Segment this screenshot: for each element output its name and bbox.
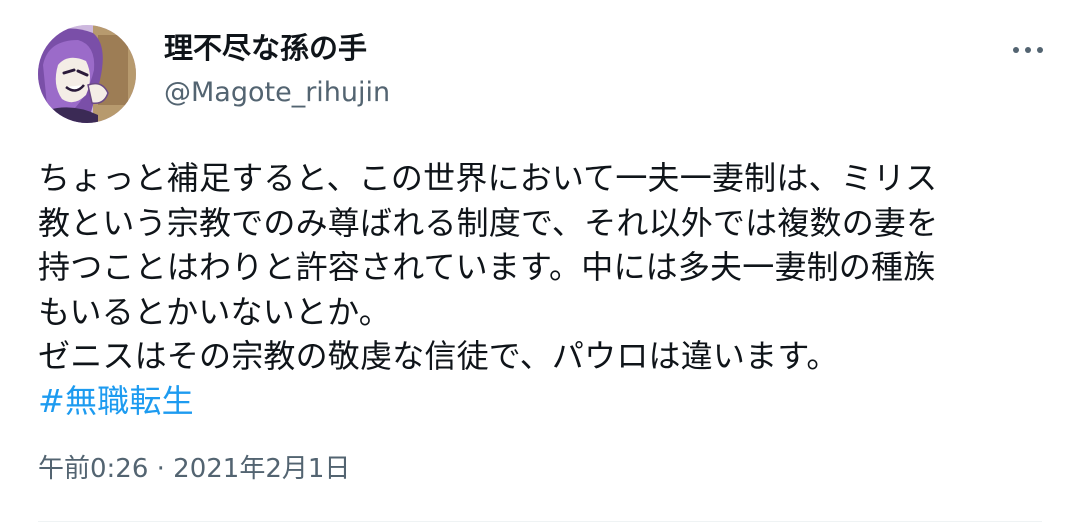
divider (38, 521, 1042, 522)
hashtag-link[interactable]: #無職転生 (38, 379, 1048, 424)
user-handle[interactable]: @Magote_rihujin (164, 76, 390, 110)
more-horizontal-icon-dot (1025, 47, 1031, 53)
tweet-card: 理不尽な孫の手 @Magote_rihujin ちょっと補足すると、この世界にお… (0, 0, 1080, 531)
tweet-text: ちょっと補足すると、この世界において一夫一妻制は、ミリス 教という宗教でのみ尊ば… (38, 156, 1048, 423)
more-horizontal-icon-dot (1037, 47, 1043, 53)
more-horizontal-icon (1013, 47, 1019, 53)
tweet-text-line: 持つことはわりと許容されています。中には多夫一妻制の種族 (38, 248, 936, 286)
avatar[interactable] (38, 25, 136, 123)
more-options-button[interactable] (1000, 30, 1056, 70)
tweet-text-line: ちょっと補足すると、この世界において一夫一妻制は、ミリス (38, 159, 938, 197)
tweet-text-line: ゼニスはその宗教の敬虔な信徒で、パウロは違います。 (38, 337, 839, 375)
tweet-timestamp[interactable]: 午前0:26 · 2021年2月1日 (38, 452, 350, 486)
display-name[interactable]: 理不尽な孫の手 (164, 30, 367, 66)
avatar-illustration (38, 25, 136, 123)
tweet-text-line: 教という宗教でのみ尊ばれる制度で、それ以外では複数の妻を (38, 203, 939, 242)
tweet-text-line: もいるとかいないとか。 (38, 292, 391, 331)
